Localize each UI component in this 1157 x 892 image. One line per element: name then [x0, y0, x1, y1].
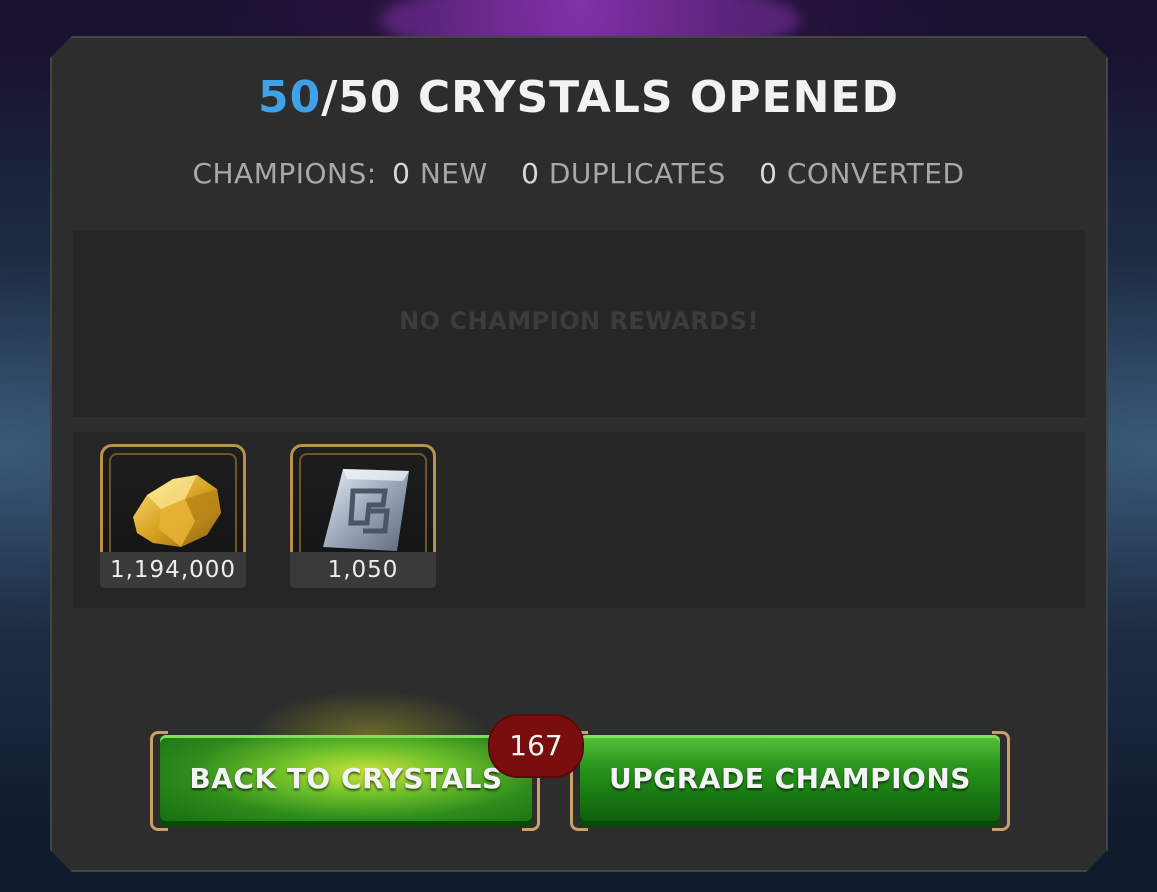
item-rewards-area: 1,194,000 1,050	[73, 432, 1085, 608]
bracket-right-icon	[992, 731, 1010, 831]
opened-count: 50	[258, 72, 322, 123]
new-count: 0	[392, 157, 411, 190]
upgrade-champions-button[interactable]: UPGRADE CHAMPIONS	[580, 735, 1000, 827]
item-amount: 1,050	[290, 552, 436, 588]
gold-icon	[133, 475, 221, 547]
summary-label: CHAMPIONS:	[192, 157, 377, 190]
converted-count: 0	[759, 157, 778, 190]
page-title: 50/50 CRYSTALS OPENED	[0, 72, 1157, 123]
duplicates-count: 0	[521, 157, 540, 190]
item-amount: 1,194,000	[100, 552, 246, 588]
no-champion-rewards-text: NO CHAMPION REWARDS!	[399, 307, 759, 335]
crystal-count-badge: 167	[490, 716, 582, 776]
item-frame	[290, 444, 436, 566]
duplicates-label: DUPLICATES	[548, 157, 726, 190]
rune-icon	[323, 469, 409, 551]
champion-summary: CHAMPIONS: 0 NEW 0 DUPLICATES 0 CONVERTE…	[0, 157, 1157, 190]
title-text: /50 CRYSTALS OPENED	[321, 72, 899, 123]
back-to-crystals-button[interactable]: BACK TO CRYSTALS	[160, 735, 532, 827]
champion-rewards-area: NO CHAMPION REWARDS!	[73, 230, 1085, 417]
reward-item-rune[interactable]: 1,050	[290, 444, 436, 588]
new-label: NEW	[419, 157, 488, 190]
converted-label: CONVERTED	[786, 157, 965, 190]
item-frame	[100, 444, 246, 566]
reward-item-gold[interactable]: 1,194,000	[100, 444, 246, 588]
